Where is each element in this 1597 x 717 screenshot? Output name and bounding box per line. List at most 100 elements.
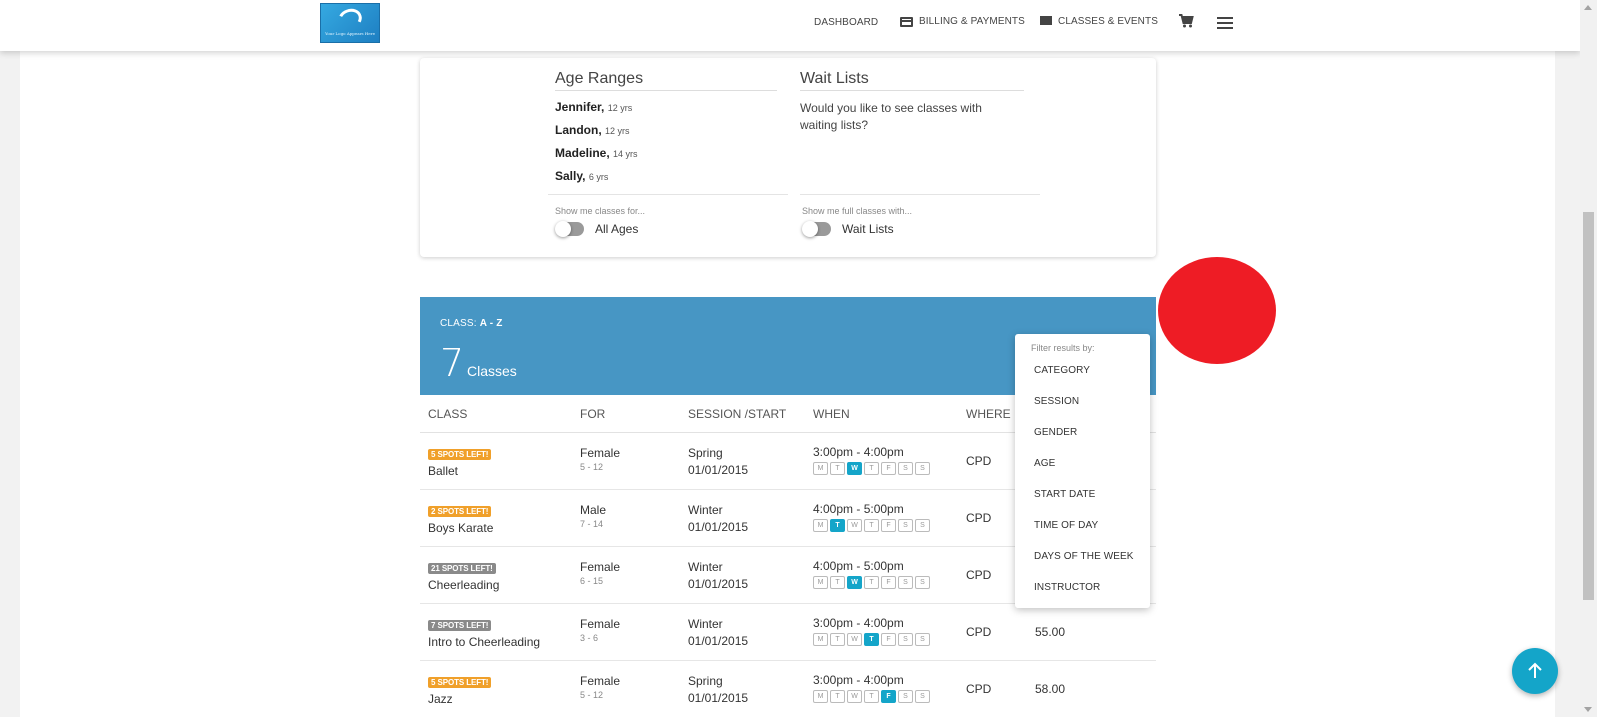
when-cell: 4:00pm - 5:00pm MTWTFSS — [813, 502, 930, 532]
class-cell: 5 SPOTS LEFT! Ballet — [428, 446, 492, 478]
credit-card-icon — [900, 16, 913, 27]
day-chip: W — [847, 462, 862, 475]
column-header-where[interactable]: WHERE — [966, 407, 1011, 421]
session-name: Winter — [688, 560, 723, 574]
logo[interactable]: Your Logo Appears Here — [320, 3, 380, 43]
nav-dashboard[interactable]: DASHBOARD — [796, 16, 878, 28]
all-ages-toggle-label: All Ages — [595, 222, 639, 236]
sort-prefix: CLASS: — [440, 318, 477, 329]
cart-icon[interactable] — [1178, 13, 1194, 29]
filter-option-gender[interactable]: GENDER — [1034, 427, 1077, 438]
page-scrollbar[interactable] — [1580, 0, 1597, 717]
table-row[interactable]: 5 SPOTS LEFT! Jazz Female 5 - 12 Spring … — [420, 661, 1156, 717]
nav-billing-label: BILLING & PAYMENTS — [919, 16, 1025, 27]
spots-left-badge: 2 SPOTS LEFT! — [428, 506, 492, 517]
wait-lists-toggle-label: Wait Lists — [842, 222, 894, 236]
spots-left-badge: 5 SPOTS LEFT! — [428, 449, 492, 460]
class-name[interactable]: Boys Karate — [428, 521, 493, 535]
day-chip: W — [847, 576, 862, 589]
filter-results-title: Filter results by: — [1031, 343, 1095, 353]
filter-option-time-of-day[interactable]: TIME OF DAY — [1034, 520, 1098, 531]
day-chip: S — [915, 519, 930, 532]
day-chip: T — [864, 462, 879, 475]
filter-option-age[interactable]: AGE — [1034, 458, 1055, 469]
column-header-for[interactable]: FOR — [580, 407, 605, 421]
nav-classes-events[interactable]: CLASSES & EVENTS — [1040, 16, 1158, 27]
session-name: Winter — [688, 617, 723, 631]
age-ranges-title: Age Ranges — [555, 70, 777, 91]
all-ages-toggle-row[interactable]: All Ages — [555, 221, 639, 237]
scrollbar-thumb[interactable] — [1583, 212, 1594, 600]
kid-age: 12 yrs — [607, 103, 633, 113]
session-start: 01/01/2015 — [688, 577, 749, 591]
day-chip: S — [898, 519, 913, 532]
kid-age-entry: Jennifer, 12 yrs — [555, 100, 777, 114]
filter-option-start-date[interactable]: START DATE — [1034, 489, 1095, 500]
gender: Female — [580, 560, 621, 574]
day-chip: T — [830, 576, 845, 589]
day-chip: W — [847, 633, 862, 646]
column-header-class[interactable]: CLASS — [428, 407, 467, 421]
nav-billing-payments[interactable]: BILLING & PAYMENTS — [900, 16, 1025, 27]
scroll-up-arrow-icon[interactable] — [1584, 5, 1592, 10]
day-chip: F — [881, 633, 896, 646]
nav-dashboard-label: DASHBOARD — [814, 16, 879, 28]
day-chip: S — [915, 576, 930, 589]
class-name[interactable]: Jazz — [428, 692, 491, 706]
kid-name: Madeline, — [555, 146, 610, 160]
day-chip: T — [864, 690, 879, 703]
for-cell: Female 5 - 12 — [580, 674, 620, 700]
class-cell: 7 SPOTS LEFT! Intro to Cheerleading — [428, 617, 540, 649]
day-chip: F — [881, 462, 896, 475]
class-cell: 5 SPOTS LEFT! Jazz — [428, 674, 492, 706]
filter-option-session[interactable]: SESSION — [1034, 396, 1079, 407]
dashboard-icon — [796, 16, 808, 28]
class-count-label: Classes — [467, 363, 517, 379]
for-cell: Female 5 - 12 — [580, 446, 620, 472]
wait-lists-toggle-row[interactable]: Wait Lists — [802, 221, 894, 237]
logo-text: Your Logo Appears Here — [325, 30, 375, 36]
session-cell: Spring 01/01/2015 — [688, 673, 748, 707]
where-cell: CPD — [966, 511, 992, 525]
day-chip: T — [864, 519, 879, 532]
days-of-week: MTWTFSS — [813, 576, 930, 589]
filter-option-instructor[interactable]: INSTRUCTOR — [1034, 582, 1100, 593]
class-cell: 2 SPOTS LEFT! Boys Karate — [428, 503, 493, 535]
class-time: 3:00pm - 4:00pm — [813, 673, 904, 687]
filter-option-category[interactable]: CATEGORY — [1034, 365, 1090, 376]
session-start: 01/01/2015 — [688, 520, 749, 534]
all-ages-toggle[interactable] — [555, 221, 584, 237]
column-header-when[interactable]: WHEN — [813, 407, 850, 421]
class-name[interactable]: Intro to Cheerleading — [428, 635, 540, 649]
top-navigation-bar: Your Logo Appears Here DASHBOARD BILLING… — [0, 0, 1580, 51]
class-name[interactable]: Cheerleading — [428, 578, 499, 592]
where-cell: CPD — [966, 625, 992, 639]
sort-label[interactable]: CLASS: A - Z — [440, 318, 503, 329]
class-name[interactable]: Ballet — [428, 464, 491, 478]
day-chip: T — [830, 690, 845, 703]
class-time: 3:00pm - 4:00pm — [813, 616, 904, 630]
column-header-session[interactable]: SESSION /START — [688, 407, 786, 421]
day-chip: F — [881, 576, 896, 589]
day-chip: W — [847, 519, 862, 532]
table-row[interactable]: 7 SPOTS LEFT! Intro to Cheerleading Fema… — [420, 604, 1156, 661]
when-cell: 3:00pm - 4:00pm MTWTFSS — [813, 445, 930, 475]
scroll-to-top-button[interactable] — [1512, 648, 1558, 694]
wait-lists-toggle[interactable] — [802, 221, 831, 237]
hamburger-menu-icon[interactable] — [1217, 17, 1233, 29]
scroll-down-arrow-icon[interactable] — [1584, 707, 1592, 712]
age-range: 6 - 15 — [580, 576, 604, 586]
kid-age-entry: Landon, 12 yrs — [555, 123, 777, 137]
age-range: 7 - 14 — [580, 519, 604, 529]
session-cell: Winter 01/01/2015 — [688, 502, 748, 536]
day-chip: S — [898, 576, 913, 589]
days-of-week: MTWTFSS — [813, 633, 930, 646]
class-time: 4:00pm - 5:00pm — [813, 559, 904, 573]
where-cell: CPD — [966, 454, 992, 468]
wait-lists-question: Would you like to see classes with waiti… — [800, 101, 982, 132]
show-classes-for-label: Show me classes for... — [555, 206, 646, 216]
divider — [548, 194, 788, 195]
filter-option-days-of-the-week[interactable]: DAYS OF THE WEEK — [1034, 551, 1134, 562]
day-chip: S — [898, 462, 913, 475]
session-cell: Winter 01/01/2015 — [688, 616, 748, 650]
